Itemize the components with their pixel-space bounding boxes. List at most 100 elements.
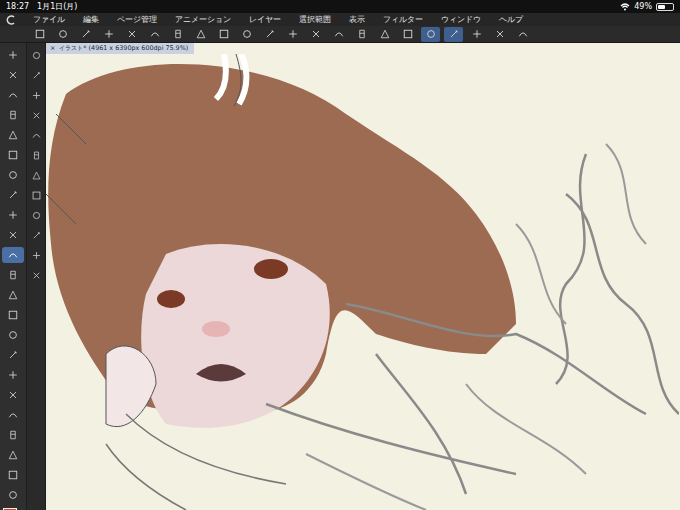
toolbar-button[interactable] xyxy=(444,27,463,42)
sub-tool-palette xyxy=(27,43,46,510)
tool-button[interactable] xyxy=(2,287,24,303)
menu-item[interactable]: 選択範囲 xyxy=(298,13,332,26)
toolbar-button[interactable] xyxy=(398,27,417,42)
main-color-swatch[interactable] xyxy=(3,508,17,510)
tool-icon xyxy=(7,289,19,301)
tool-button[interactable] xyxy=(2,127,24,143)
menu-item[interactable]: フィルター xyxy=(382,13,424,26)
toolbar-button[interactable] xyxy=(329,27,348,42)
palette-button[interactable] xyxy=(28,67,44,83)
tool-button[interactable] xyxy=(2,247,24,263)
toolbar-button[interactable] xyxy=(237,27,256,42)
command-icon xyxy=(241,28,253,40)
toolbar-button[interactable] xyxy=(168,27,187,42)
palette-icon xyxy=(31,170,42,181)
palette-button[interactable] xyxy=(28,87,44,103)
toolbar-button[interactable] xyxy=(214,27,233,42)
tool-button[interactable] xyxy=(2,167,24,183)
tool-button[interactable] xyxy=(2,467,24,483)
tool-button[interactable] xyxy=(2,307,24,323)
menu-item[interactable]: ヘルプ xyxy=(498,13,524,26)
illustration-canvas[interactable] xyxy=(46,54,679,510)
menu-item[interactable]: ウィンドウ xyxy=(440,13,482,26)
palette-icon xyxy=(31,90,42,101)
command-icon xyxy=(425,28,437,40)
tool-button[interactable] xyxy=(2,227,24,243)
menu-item[interactable]: ファイル xyxy=(32,13,66,26)
tool-button[interactable] xyxy=(2,327,24,343)
toolbar-button[interactable] xyxy=(76,27,95,42)
tool-button[interactable] xyxy=(2,367,24,383)
tool-button[interactable] xyxy=(2,107,24,123)
tool-icon xyxy=(7,89,19,101)
tool-icon xyxy=(7,329,19,341)
toolbar-button[interactable] xyxy=(490,27,509,42)
palette-button[interactable] xyxy=(28,267,44,283)
canvas-area[interactable]: × イラスト* (4961 x 6390px 600dpi 75.9%) xyxy=(46,43,680,510)
tool-icon xyxy=(7,129,19,141)
palette-button[interactable] xyxy=(28,147,44,163)
palette-button[interactable] xyxy=(28,127,44,143)
toolbar-button[interactable] xyxy=(122,27,141,42)
tool-button[interactable] xyxy=(2,207,24,223)
tool-button[interactable] xyxy=(2,87,24,103)
tool-icon xyxy=(7,349,19,361)
toolbar-button[interactable] xyxy=(421,27,440,42)
palette-button[interactable] xyxy=(28,227,44,243)
tool-button[interactable] xyxy=(2,147,24,163)
tool-icon xyxy=(7,209,19,221)
palette-button[interactable] xyxy=(28,207,44,223)
menu-item[interactable]: レイヤー xyxy=(248,13,282,26)
tool-button[interactable] xyxy=(2,427,24,443)
tool-button[interactable] xyxy=(2,347,24,363)
tool-icon xyxy=(7,409,19,421)
tool-button[interactable] xyxy=(2,187,24,203)
tool-button[interactable] xyxy=(2,447,24,463)
tool-button[interactable] xyxy=(2,487,24,503)
palette-button[interactable] xyxy=(28,107,44,123)
toolbar-button[interactable] xyxy=(306,27,325,42)
app-logo-icon[interactable] xyxy=(6,15,16,25)
toolbar-button[interactable] xyxy=(191,27,210,42)
toolbar-button[interactable] xyxy=(260,27,279,42)
tool-palette xyxy=(0,43,27,510)
tool-icon xyxy=(7,449,19,461)
tool-icon xyxy=(7,389,19,401)
tool-button[interactable] xyxy=(2,407,24,423)
tool-icon xyxy=(7,309,19,321)
tool-button[interactable] xyxy=(2,267,24,283)
command-icon xyxy=(494,28,506,40)
tool-icon xyxy=(7,429,19,441)
tool-icon xyxy=(7,489,19,501)
toolbar-button[interactable] xyxy=(99,27,118,42)
close-button[interactable]: × xyxy=(50,43,55,54)
toolbar-button[interactable] xyxy=(283,27,302,42)
document-tab[interactable]: × イラスト* (4961 x 6390px 600dpi 75.9%) xyxy=(46,43,194,54)
palette-button[interactable] xyxy=(28,47,44,63)
palette-button[interactable] xyxy=(28,247,44,263)
battery-percent: 49% xyxy=(634,0,652,13)
toolbar-button[interactable] xyxy=(145,27,164,42)
palette-button[interactable] xyxy=(28,167,44,183)
command-icon xyxy=(448,28,460,40)
wifi-icon xyxy=(620,3,630,11)
command-bar xyxy=(0,26,680,43)
menu-item[interactable]: アニメーション xyxy=(174,13,232,26)
palette-icon xyxy=(31,70,42,81)
toolbar-button[interactable] xyxy=(513,27,532,42)
palette-button[interactable] xyxy=(28,187,44,203)
toolbar-button[interactable] xyxy=(53,27,72,42)
menu-item[interactable]: 表示 xyxy=(348,13,366,26)
menu-item[interactable]: ページ管理 xyxy=(116,13,158,26)
tool-icon xyxy=(7,169,19,181)
toolbar-button[interactable] xyxy=(30,27,49,42)
toolbar-button[interactable] xyxy=(467,27,486,42)
toolbar-button[interactable] xyxy=(375,27,394,42)
toolbar-button[interactable] xyxy=(352,27,371,42)
tool-icon xyxy=(7,49,19,61)
tool-button[interactable] xyxy=(2,47,24,63)
command-icon xyxy=(172,28,184,40)
tool-button[interactable] xyxy=(2,387,24,403)
menu-item[interactable]: 編集 xyxy=(82,13,100,26)
tool-button[interactable] xyxy=(2,67,24,83)
